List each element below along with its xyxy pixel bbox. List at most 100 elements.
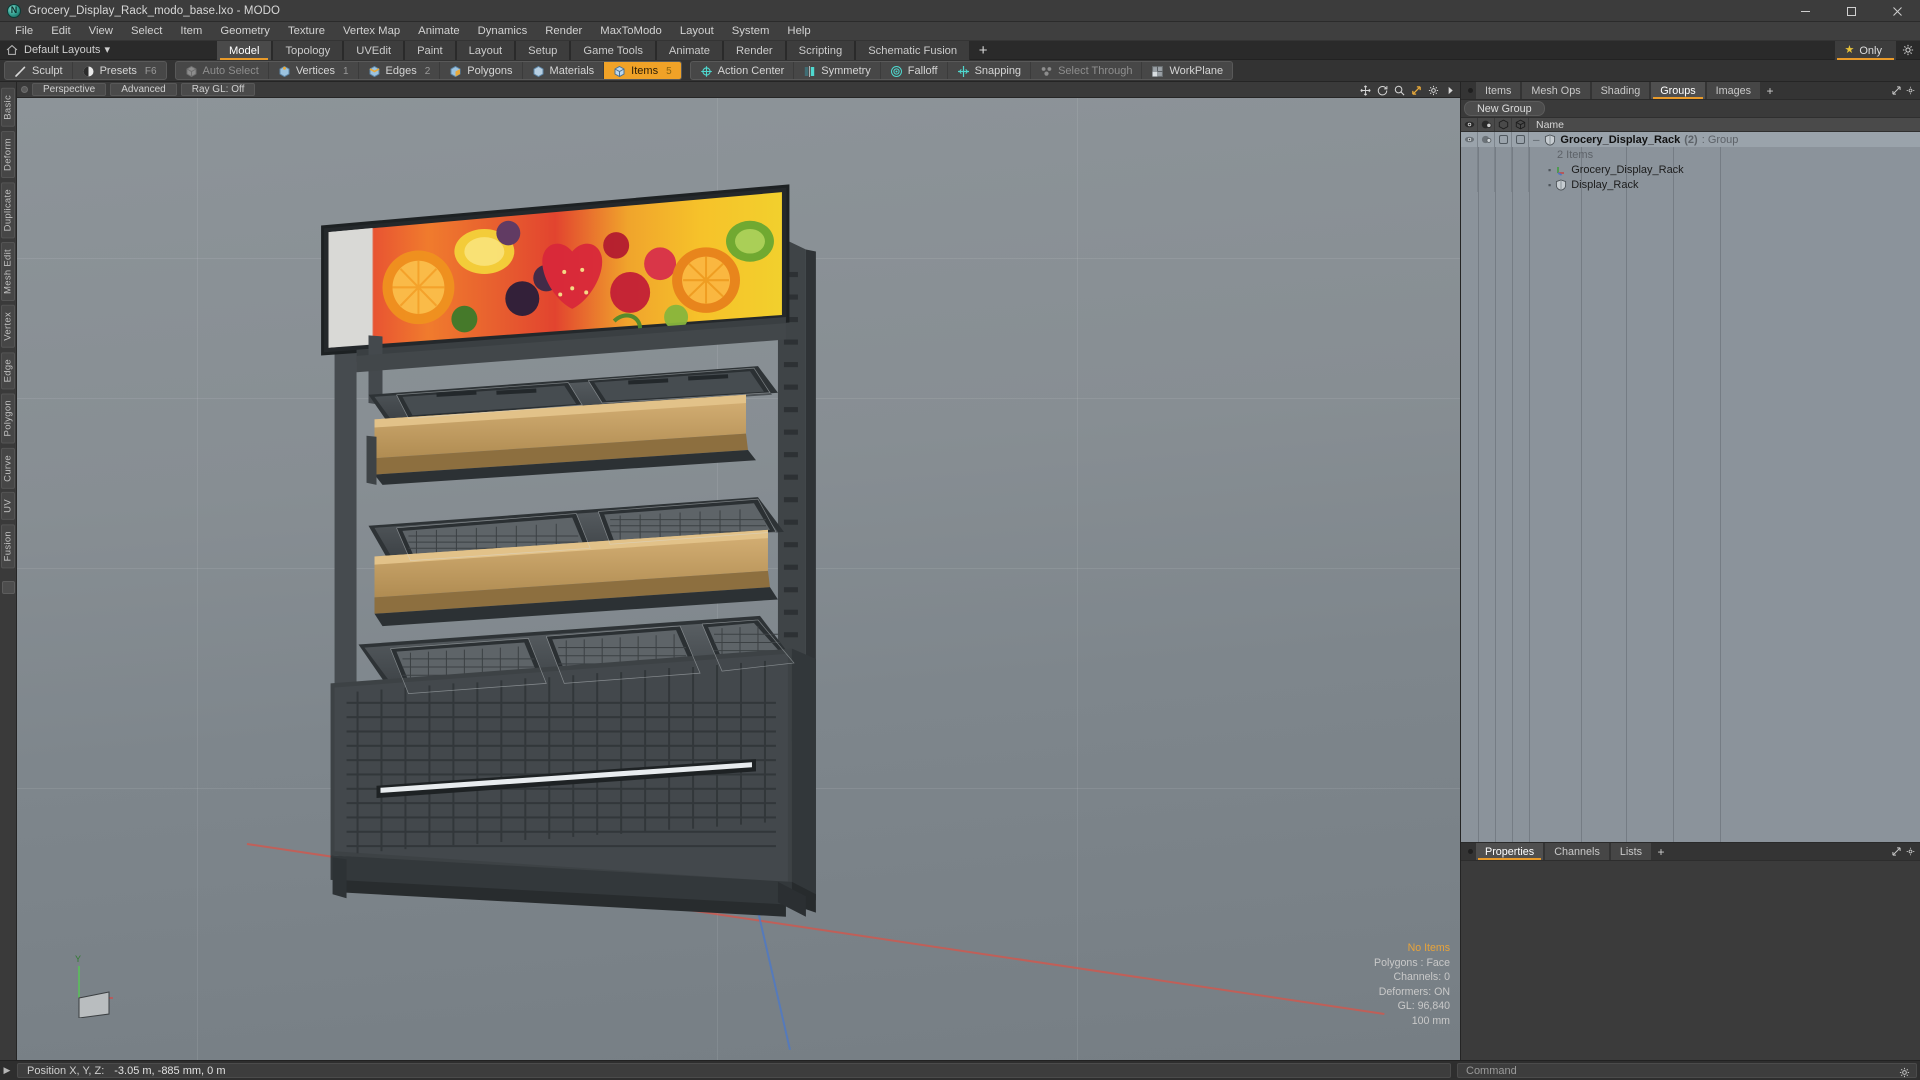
row-shaded-toggle[interactable] bbox=[1512, 177, 1529, 192]
group-tree[interactable]: ─ Grocery_Display_Rack (2) : Group 2 Ite… bbox=[1461, 132, 1920, 842]
left-rail-tab-edge[interactable]: Edge bbox=[1, 351, 15, 390]
right-tab-shading[interactable]: Shading bbox=[1590, 82, 1651, 99]
snapping-button[interactable]: Snapping bbox=[948, 62, 1032, 79]
right-panel-menu-dot[interactable] bbox=[1465, 82, 1475, 99]
auto-select-button[interactable]: Auto Select bbox=[176, 62, 269, 79]
layout-tab-scripting[interactable]: Scripting bbox=[785, 41, 856, 60]
vertices-button[interactable]: Vertices 1 bbox=[269, 62, 359, 79]
row-name-cell[interactable]: 2 Items bbox=[1529, 147, 1920, 162]
left-rail-tab-mesh-edit[interactable]: Mesh Edit bbox=[1, 242, 15, 301]
new-group-button[interactable]: New Group bbox=[1464, 101, 1545, 116]
zoom-icon[interactable] bbox=[1394, 85, 1405, 96]
right-tab-mesh-ops[interactable]: Mesh Ops bbox=[1521, 82, 1591, 99]
minimize-button[interactable] bbox=[1782, 0, 1828, 22]
menu-maxtomodo[interactable]: MaxToModo bbox=[591, 22, 671, 40]
menu-edit[interactable]: Edit bbox=[42, 22, 79, 40]
viewport-menu-dot[interactable] bbox=[21, 86, 28, 93]
menu-texture[interactable]: Texture bbox=[279, 22, 334, 40]
layout-tab-uvedit[interactable]: UVEdit bbox=[343, 41, 405, 60]
materials-button[interactable]: Materials bbox=[523, 62, 605, 79]
viewport-mode-perspective[interactable]: Perspective bbox=[32, 83, 107, 96]
left-rail-tab-polygon[interactable]: Polygon bbox=[1, 393, 15, 444]
right-tab-groups[interactable]: Groups bbox=[1650, 82, 1706, 99]
left-rail-tab-uv[interactable]: UV bbox=[1, 492, 15, 521]
gear-icon[interactable] bbox=[1899, 1067, 1910, 1080]
expand-bottom-panel-icon[interactable] bbox=[1892, 847, 1901, 856]
row-render-toggle[interactable] bbox=[1478, 162, 1495, 177]
column-header-eye[interactable] bbox=[1461, 118, 1478, 131]
left-rail-tab-fusion[interactable]: Fusion bbox=[1, 524, 15, 569]
chevron-right-icon[interactable] bbox=[1445, 85, 1456, 96]
menu-layout[interactable]: Layout bbox=[671, 22, 723, 40]
left-rail-tab-deform[interactable]: Deform bbox=[1, 130, 15, 178]
position-readout[interactable]: Position X, Y, Z: -3.05 m, -885 mm, 0 m bbox=[17, 1063, 1451, 1078]
menu-help[interactable]: Help bbox=[778, 22, 819, 40]
row-name-cell[interactable]: ▪ Display_Rack bbox=[1529, 177, 1920, 192]
left-rail-tab-curve[interactable]: Curve bbox=[1, 447, 15, 489]
row-eye-toggle[interactable] bbox=[1461, 162, 1478, 177]
row-wireframe-toggle[interactable] bbox=[1495, 132, 1512, 147]
menu-render[interactable]: Render bbox=[536, 22, 591, 40]
row-wireframe-toggle[interactable] bbox=[1495, 147, 1512, 162]
add-bottom-tab-button[interactable]: + bbox=[1652, 843, 1670, 860]
menu-animate[interactable]: Animate bbox=[409, 22, 468, 40]
menu-view[interactable]: View bbox=[80, 22, 122, 40]
row-wireframe-toggle[interactable] bbox=[1495, 162, 1512, 177]
row-eye-toggle[interactable] bbox=[1461, 177, 1478, 192]
move-icon[interactable] bbox=[1360, 84, 1371, 96]
right-tab-images[interactable]: Images bbox=[1705, 82, 1762, 99]
bottom-panel-options-icon[interactable] bbox=[1906, 847, 1915, 856]
column-header-render[interactable] bbox=[1478, 118, 1495, 131]
table-row[interactable]: 2 Items bbox=[1461, 147, 1920, 162]
left-rail-tab-duplicate[interactable]: Duplicate bbox=[1, 181, 15, 238]
row-render-toggle[interactable] bbox=[1478, 147, 1495, 162]
fit-icon[interactable] bbox=[1411, 85, 1422, 96]
row-render-toggle[interactable] bbox=[1478, 177, 1495, 192]
chevron-right-icon[interactable]: ▶ bbox=[0, 1061, 14, 1080]
gear-icon[interactable] bbox=[1428, 85, 1439, 96]
falloff-button[interactable]: Falloff bbox=[881, 62, 948, 79]
left-rail-tab-vertex[interactable]: Vertex bbox=[1, 304, 15, 348]
edges-button[interactable]: Edges 2 bbox=[359, 62, 441, 79]
viewport-raygl-toggle[interactable]: Ray GL: Off bbox=[180, 83, 256, 96]
command-input[interactable]: Command bbox=[1457, 1063, 1917, 1078]
menu-item[interactable]: Item bbox=[171, 22, 211, 40]
table-row[interactable]: ▪ Grocery_Display_Rack bbox=[1461, 162, 1920, 177]
presets-button[interactable]: Presets F6 bbox=[73, 62, 166, 79]
symmetry-button[interactable]: Symmetry bbox=[794, 62, 881, 79]
menu-file[interactable]: File bbox=[6, 22, 42, 40]
bottom-panel-menu-dot[interactable] bbox=[1465, 843, 1475, 860]
layout-tab-schematic-fusion[interactable]: Schematic Fusion bbox=[855, 41, 971, 60]
menu-system[interactable]: System bbox=[723, 22, 779, 40]
row-eye-toggle[interactable] bbox=[1461, 147, 1478, 162]
panel-options-icon[interactable] bbox=[1906, 86, 1915, 95]
layout-tab-layout[interactable]: Layout bbox=[455, 41, 516, 60]
rotate-icon[interactable] bbox=[1377, 85, 1388, 96]
gear-icon[interactable] bbox=[1896, 41, 1920, 59]
workplane-button[interactable]: WorkPlane bbox=[1142, 62, 1232, 79]
layout-tab-render[interactable]: Render bbox=[722, 41, 786, 60]
layout-tab-game-tools[interactable]: Game Tools bbox=[570, 41, 656, 60]
table-row[interactable]: ─ Grocery_Display_Rack (2) : Group bbox=[1461, 132, 1920, 147]
right-tab-items[interactable]: Items bbox=[1475, 82, 1522, 99]
column-header-wireframe[interactable] bbox=[1495, 118, 1512, 131]
layout-tab-animate[interactable]: Animate bbox=[655, 41, 723, 60]
maximize-button[interactable] bbox=[1828, 0, 1874, 22]
row-shaded-toggle[interactable] bbox=[1512, 147, 1529, 162]
bottom-tab-properties[interactable]: Properties bbox=[1475, 843, 1545, 860]
row-name-cell[interactable]: ▪ Grocery_Display_Rack bbox=[1529, 162, 1920, 177]
default-layouts-dropdown[interactable]: Default Layouts ▾ bbox=[20, 41, 118, 60]
column-header-shaded[interactable] bbox=[1512, 118, 1529, 131]
add-right-tab-button[interactable]: + bbox=[1761, 82, 1779, 99]
sculpt-button[interactable]: Sculpt bbox=[5, 62, 73, 79]
menu-vertex-map[interactable]: Vertex Map bbox=[334, 22, 409, 40]
menu-select[interactable]: Select bbox=[122, 22, 171, 40]
layout-tab-setup[interactable]: Setup bbox=[515, 41, 571, 60]
select-through-button[interactable]: Select Through bbox=[1031, 62, 1143, 79]
row-wireframe-toggle[interactable] bbox=[1495, 177, 1512, 192]
home-icon[interactable] bbox=[4, 42, 20, 58]
row-eye-toggle[interactable] bbox=[1461, 132, 1478, 147]
items-button[interactable]: Items 5 bbox=[604, 62, 681, 79]
layout-tab-model[interactable]: Model bbox=[215, 41, 273, 60]
layout-tab-topology[interactable]: Topology bbox=[272, 41, 344, 60]
